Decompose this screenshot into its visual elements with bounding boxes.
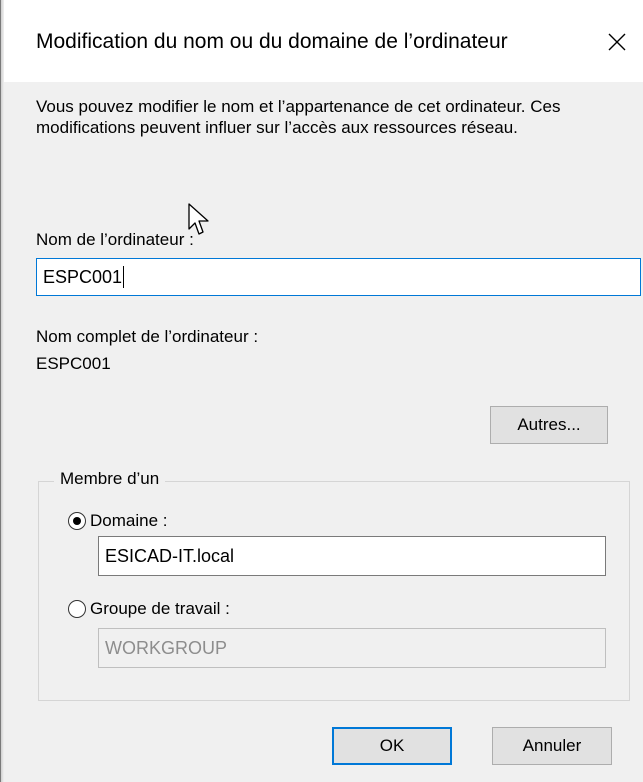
workgroup-value: WORKGROUP	[105, 637, 228, 658]
close-button[interactable]	[591, 20, 643, 64]
text-caret	[123, 266, 125, 288]
dialog-titlebar: Modification du nom ou du domaine de l’o…	[4, 0, 643, 82]
cancel-button[interactable]: Annuler	[492, 727, 612, 765]
workgroup-label: Groupe de travail :	[90, 599, 230, 618]
domain-input[interactable]: ESICAD-IT.local	[98, 536, 606, 576]
computer-name-input[interactable]: ESPC001	[36, 258, 641, 296]
more-button[interactable]: Autres...	[490, 406, 608, 444]
close-icon	[608, 33, 626, 51]
workgroup-radio[interactable]	[68, 599, 86, 618]
description-text: Vous pouvez modifier le nom et l’apparte…	[36, 97, 561, 137]
full-name-value: ESPC001	[36, 354, 111, 373]
domain-radio-option[interactable]: Domaine :	[68, 510, 167, 531]
dialog-title: Modification du nom ou du domaine de l’o…	[36, 30, 508, 53]
ok-button[interactable]: OK	[332, 727, 452, 765]
domain-label: Domaine :	[90, 511, 168, 530]
member-of-legend: Membre d’un	[54, 468, 166, 489]
domain-value: ESICAD-IT.local	[105, 545, 235, 566]
mouse-pointer-icon	[188, 203, 209, 235]
computer-name-value: ESPC001	[43, 266, 123, 287]
workgroup-radio-option[interactable]: Groupe de travail :	[68, 598, 230, 619]
dialog-body: Vous pouvez modifier le nom et l’apparte…	[4, 82, 643, 782]
workgroup-input[interactable]: WORKGROUP	[98, 628, 606, 668]
computer-name-label: Nom de l’ordinateur :	[36, 230, 194, 249]
domain-radio[interactable]	[68, 511, 86, 530]
full-name-label: Nom complet de l’ordinateur :	[36, 327, 259, 346]
